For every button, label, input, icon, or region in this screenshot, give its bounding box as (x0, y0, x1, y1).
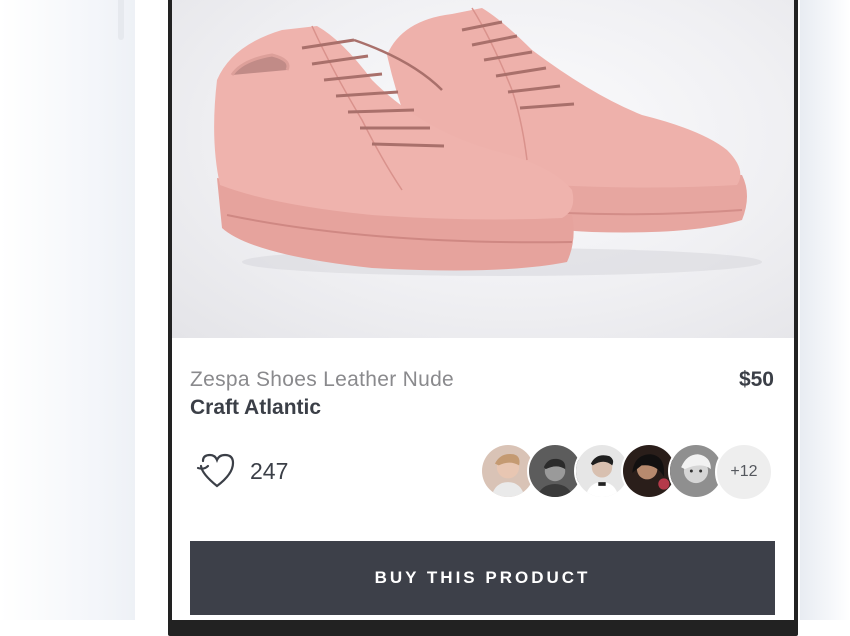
product-card: Zespa Shoes Leather Nude $50 Craft Atlan… (172, 0, 794, 620)
background-right (800, 0, 850, 620)
heart-outline-icon[interactable] (196, 452, 238, 490)
product-brand: Craft Atlantic (190, 396, 322, 419)
product-image (172, 0, 794, 338)
more-avatars-badge[interactable]: +12 (715, 443, 773, 501)
background-left (0, 0, 135, 620)
like-count: 247 (250, 458, 289, 484)
product-price: $50 (738, 368, 774, 391)
background-device-edge (118, 0, 124, 40)
buy-product-button[interactable]: BUY THIS PRODUCT (190, 541, 775, 615)
product-title: Zespa Shoes Leather Nude (190, 368, 455, 391)
sneakers-illustration (214, 7, 762, 276)
